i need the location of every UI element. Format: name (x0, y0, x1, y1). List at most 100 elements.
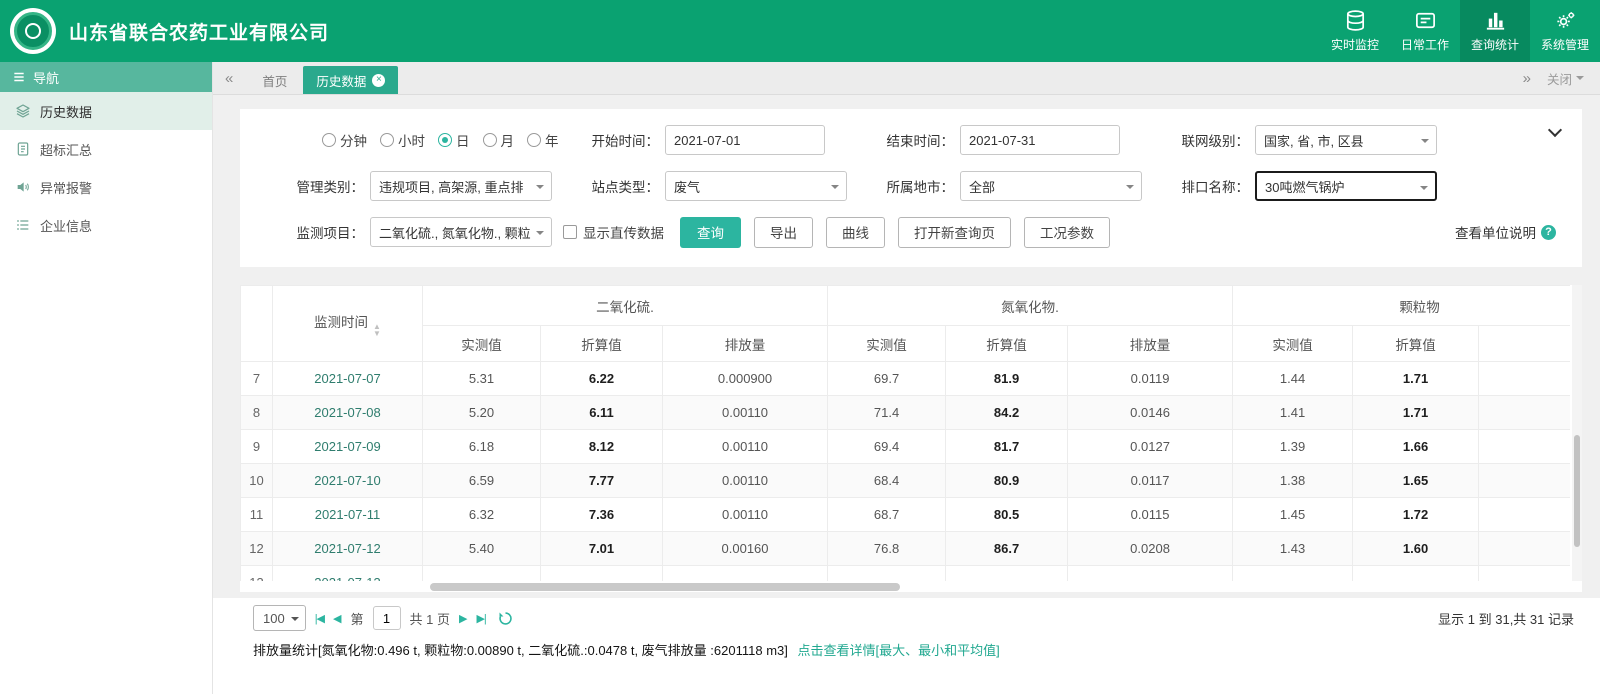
group-header-2: 颗粒物 (1233, 286, 1570, 326)
horizontal-scrollbar (240, 582, 1570, 592)
monitor-items-select[interactable]: 二氧化硫., 氮氧化物., 颗粒 (370, 217, 552, 247)
cell-date: 2021-07-13 (273, 566, 423, 582)
cell-value: 6.59 (423, 464, 541, 498)
cell-value: 1.41 (1233, 396, 1353, 430)
cell-value (828, 566, 946, 582)
period-radio-group: 分钟 小时 日月 年 (268, 130, 563, 150)
cell-value: 1.65 (1353, 464, 1479, 498)
monitor-items-group: 监测项目： 二氧化硫., 氮氧化物., 颗粒 (268, 217, 563, 247)
idcard-icon (1414, 9, 1437, 32)
site-type-select[interactable]: 废气 (665, 171, 847, 201)
sidebar-item-label: 异常报警 (40, 178, 92, 197)
tab-0[interactable]: 首页 (249, 66, 300, 94)
cell-index: 7 (241, 362, 273, 396)
network-level-group: 联网级别： 国家, 省, 市, 区县 (1153, 125, 1448, 155)
tab-1[interactable]: 历史数据× (303, 66, 398, 94)
cell-value (541, 566, 663, 582)
cell-value: 86.7 (946, 532, 1068, 566)
page-number-input[interactable] (373, 606, 401, 630)
chevron-down-icon (1576, 76, 1584, 84)
table-row: 122021-07-125.407.010.0016076.886.70.020… (241, 532, 1571, 566)
tabs-scroll-left-icon[interactable]: « (225, 70, 233, 87)
cell-value (1068, 566, 1233, 582)
condition-params-button[interactable]: 工况参数 (1024, 217, 1110, 248)
period-radio-4[interactable]: 年 (527, 130, 559, 150)
unit-help-label: 查看单位说明 (1455, 222, 1536, 242)
cell-date: 2021-07-07 (273, 362, 423, 396)
page-size-select[interactable]: 100 (253, 605, 306, 631)
cell-value: 5.20 (423, 396, 541, 430)
new-query-page-button[interactable]: 打开新查询页 (898, 217, 1011, 248)
first-page-icon[interactable]: |◀ (315, 612, 324, 625)
period-radio-0[interactable]: 分钟 (322, 130, 367, 150)
next-page-icon[interactable]: ▶ (459, 612, 467, 625)
network-level-select[interactable]: 国家, 省, 市, 区县 (1255, 125, 1437, 155)
cell-value: 0.0115 (1068, 498, 1233, 532)
tab-close-icon[interactable]: × (372, 74, 385, 87)
prev-page-icon[interactable]: ◀ (333, 612, 341, 625)
radio-label: 年 (545, 130, 559, 150)
cell-date: 2021-07-11 (273, 498, 423, 532)
index-col-header (241, 286, 273, 362)
cell-value: 0.0208 (1068, 532, 1233, 566)
sort-icon[interactable]: ▲▼ (373, 323, 381, 337)
period-radio-2[interactable]: 日 (438, 130, 470, 150)
cell-date: 2021-07-12 (273, 532, 423, 566)
mgmt-type-select[interactable]: 违规项目, 高架源, 重点排 (370, 171, 552, 201)
outlet-group: 排口名称： 30吨燃气锅炉 (1153, 171, 1448, 201)
cell-spacer (1479, 362, 1570, 396)
cell-value: 1.72 (1353, 498, 1479, 532)
city-select[interactable]: 全部 (960, 171, 1142, 201)
table-row: 112021-07-116.327.360.0011068.780.50.011… (241, 498, 1571, 532)
emission-stats: 排放量统计[氮氧化物:0.496 t, 颗粒物:0.00890 t, 二氧化硫.… (253, 640, 1574, 659)
sidebar-item-3[interactable]: 企业信息 (0, 206, 212, 244)
city-label: 所属地市： (858, 176, 954, 196)
top-nav-item-1[interactable]: 日常工作 (1390, 0, 1460, 62)
curve-button[interactable]: 曲线 (826, 217, 885, 248)
radio-label: 小时 (398, 130, 425, 150)
sub-header-0-0: 实测值 (423, 326, 541, 362)
refresh-icon[interactable] (498, 611, 513, 626)
last-page-icon[interactable]: ▶| (476, 612, 485, 625)
radio-icon (483, 133, 497, 147)
period-radio-1[interactable]: 小时 (380, 130, 425, 150)
top-nav-item-0[interactable]: 实时监控 (1320, 0, 1390, 62)
filter-row-2: 管理类别： 违规项目, 高架源, 重点排 站点类型： 废气 所属地市： 全部 排… (240, 163, 1582, 209)
query-button[interactable]: 查询 (680, 217, 741, 248)
export-button[interactable]: 导出 (754, 217, 813, 248)
top-nav-item-3[interactable]: 系统管理 (1530, 0, 1600, 62)
start-time-input[interactable] (665, 125, 825, 155)
cell-date: 2021-07-10 (273, 464, 423, 498)
start-time-group: 开始时间： (563, 125, 858, 155)
cell-value: 1.71 (1353, 362, 1479, 396)
tabs-scroll-right-icon[interactable]: » (1523, 70, 1531, 87)
cell-value: 0.00110 (663, 396, 828, 430)
cell-value (423, 566, 541, 582)
menu-icon (12, 70, 26, 84)
direct-data-checkbox[interactable]: 显示直传数据 (563, 222, 664, 242)
outlet-select[interactable]: 30吨燃气锅炉 (1255, 171, 1437, 201)
top-nav-label: 系统管理 (1541, 36, 1589, 53)
close-tabs-menu[interactable]: 关闭 (1547, 69, 1584, 88)
period-radio-3[interactable]: 月 (483, 130, 515, 150)
cell-value: 76.8 (828, 532, 946, 566)
sub-header-1-0: 实测值 (828, 326, 946, 362)
table-scroll-area: 监测时间▲▼二氧化硫.氮氧化物.颗粒物实测值折算值排放量实测值折算值排放量实测值… (240, 285, 1570, 581)
cell-value: 1.39 (1233, 430, 1353, 464)
horizontal-scrollbar-thumb[interactable] (430, 583, 900, 591)
sidebar-item-1[interactable]: 超标汇总 (0, 130, 212, 168)
cell-spacer (1479, 532, 1570, 566)
unit-help-link[interactable]: 查看单位说明 ? (1455, 222, 1556, 242)
cell-value: 0.0127 (1068, 430, 1233, 464)
vertical-scrollbar-thumb[interactable] (1574, 435, 1580, 547)
cell-spacer (1479, 498, 1570, 532)
sidebar-item-2[interactable]: 异常报警 (0, 168, 212, 206)
group-header-0: 二氧化硫. (423, 286, 828, 326)
top-nav: 实时监控日常工作查询统计系统管理 (1320, 0, 1600, 62)
top-nav-item-2[interactable]: 查询统计 (1460, 0, 1530, 62)
end-time-input[interactable] (960, 125, 1120, 155)
sidebar-item-0[interactable]: 历史数据 (0, 92, 212, 130)
radio-label: 分钟 (340, 130, 367, 150)
radio-label: 日 (456, 130, 470, 150)
view-details-link[interactable]: 点击查看详情[最大、最小和平均值] (798, 643, 1000, 658)
